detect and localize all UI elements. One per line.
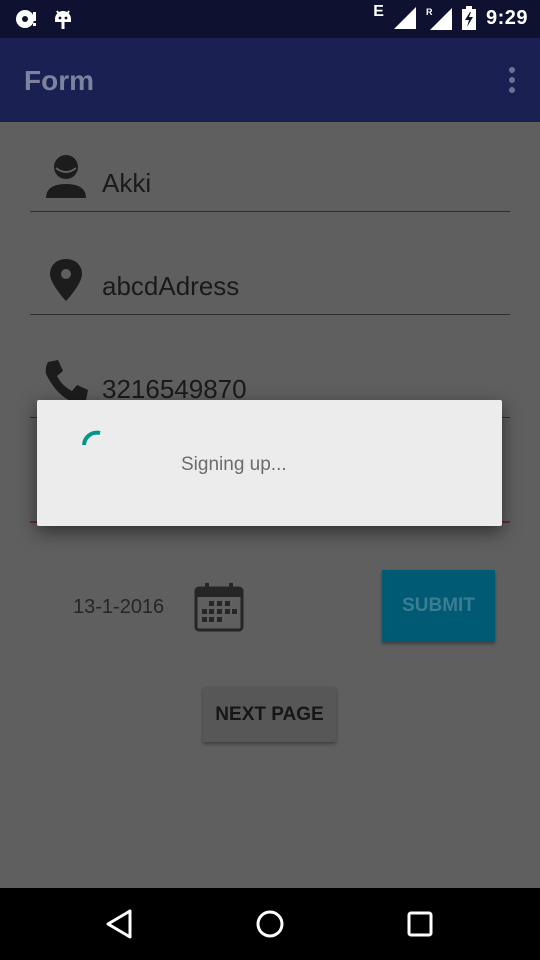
name-field[interactable]: Akki [30, 152, 510, 212]
navigation-bar [0, 888, 540, 960]
calendar-icon[interactable] [193, 581, 245, 633]
battery-charging-icon [461, 6, 476, 30]
date-value: 13-1-2016 [73, 596, 165, 618]
app-title: Form [24, 65, 94, 96]
network-type-label: E [373, 3, 384, 20]
name-value: Akki [102, 168, 152, 198]
location-pin-icon [50, 259, 82, 301]
phone-icon [45, 360, 88, 404]
app-bar: Form [0, 38, 540, 122]
loading-spinner-icon [82, 430, 101, 446]
clock: 9:29 [485, 6, 528, 29]
progress-dialog: Signing up... [37, 400, 502, 526]
signal-icon [393, 7, 416, 29]
status-bar: E R 9:29 [0, 0, 540, 38]
dialog-message: Signing up... [181, 454, 287, 475]
more-vert-icon[interactable] [506, 66, 518, 94]
submit-button[interactable]: SUBMIT [382, 570, 495, 642]
android-debug-icon [55, 10, 71, 29]
svg-text:R: R [426, 7, 433, 17]
recents-square-icon[interactable] [404, 908, 436, 940]
home-circle-icon[interactable] [254, 908, 286, 940]
roaming-signal-icon: R [426, 7, 452, 30]
back-triangle-icon[interactable] [104, 908, 136, 940]
sync-notification-icon [16, 10, 36, 28]
address-field[interactable]: abcdAdress [30, 255, 510, 315]
next-page-button[interactable]: NEXT PAGE [203, 687, 336, 742]
person-icon [46, 155, 86, 198]
address-value: abcdAdress [102, 271, 240, 301]
